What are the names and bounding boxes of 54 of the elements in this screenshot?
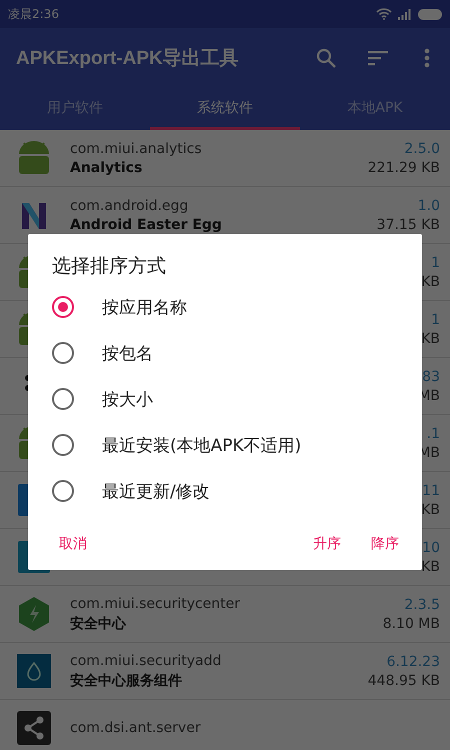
size-text: 37.15 KB xyxy=(376,216,440,232)
signal-icon xyxy=(398,8,412,20)
radio-button[interactable] xyxy=(52,296,74,318)
size-text: 221.29 KB xyxy=(368,160,440,176)
app-title: APKExport-APK导出工具 xyxy=(16,47,240,71)
app-name: Android Easter Egg xyxy=(70,216,223,232)
option-label[interactable]: 按包名 xyxy=(102,342,153,364)
dialog-title: 选择排序方式 xyxy=(52,254,167,279)
shield-icon xyxy=(16,596,52,632)
size-text: KB xyxy=(421,502,440,518)
package-name: com.android.egg xyxy=(70,198,190,214)
version-text: 1 xyxy=(431,254,440,270)
version-text: 10 xyxy=(422,540,440,556)
version-text: 2.5.0 xyxy=(404,140,440,156)
size-text: KB xyxy=(421,274,440,290)
search-icon[interactable] xyxy=(316,48,336,68)
version-text: 11 xyxy=(422,482,440,498)
version-text: 2.3.5 xyxy=(404,596,440,612)
radio-button[interactable] xyxy=(52,434,74,456)
sort-icon[interactable] xyxy=(368,50,388,66)
app-name: 安全中心 xyxy=(70,614,128,632)
radio-button[interactable] xyxy=(52,342,74,364)
more-icon[interactable] xyxy=(424,48,430,68)
dialog-button[interactable]: 升序 xyxy=(298,527,356,561)
size-text: KB xyxy=(421,330,440,346)
package-name: com.miui.analytics xyxy=(70,140,203,156)
option-label[interactable]: 最近更新/修改 xyxy=(102,480,210,502)
option-label[interactable]: 按大小 xyxy=(102,388,153,410)
version-text: 6.12.23 xyxy=(386,654,440,670)
status-time: 凌晨2:36 xyxy=(8,6,59,22)
radio-button[interactable] xyxy=(52,480,74,502)
size-text: KB xyxy=(421,558,440,574)
package-name: com.miui.securityadd xyxy=(70,652,222,668)
android-icon xyxy=(16,140,52,176)
version-text: 1 xyxy=(431,312,440,328)
version-text: 83 xyxy=(422,368,440,384)
option-label[interactable]: 按应用名称 xyxy=(102,296,187,318)
app-name: 安全中心服务组件 xyxy=(70,672,183,690)
share-icon xyxy=(16,710,52,746)
radio-button[interactable] xyxy=(52,388,74,410)
size-text: 448.95 KB xyxy=(368,672,440,688)
version-text: 1.0 xyxy=(418,198,440,214)
option-label[interactable]: 最近安装(本地APK不适用) xyxy=(102,434,302,456)
size-text: 8.10 MB xyxy=(382,616,440,632)
dialog-button[interactable]: 降序 xyxy=(356,527,414,561)
version-text: .1 xyxy=(426,426,440,442)
dialog-button[interactable]: 取消 xyxy=(37,527,102,561)
tab[interactable]: 系统软件 xyxy=(150,88,300,130)
app-name: Analytics xyxy=(70,160,144,176)
package-name: com.dsi.ant.server xyxy=(70,720,202,736)
battery-icon xyxy=(418,8,442,20)
drop-icon xyxy=(16,653,52,689)
wifi-icon xyxy=(376,8,392,20)
package-name: com.miui.securitycenter xyxy=(70,596,242,612)
